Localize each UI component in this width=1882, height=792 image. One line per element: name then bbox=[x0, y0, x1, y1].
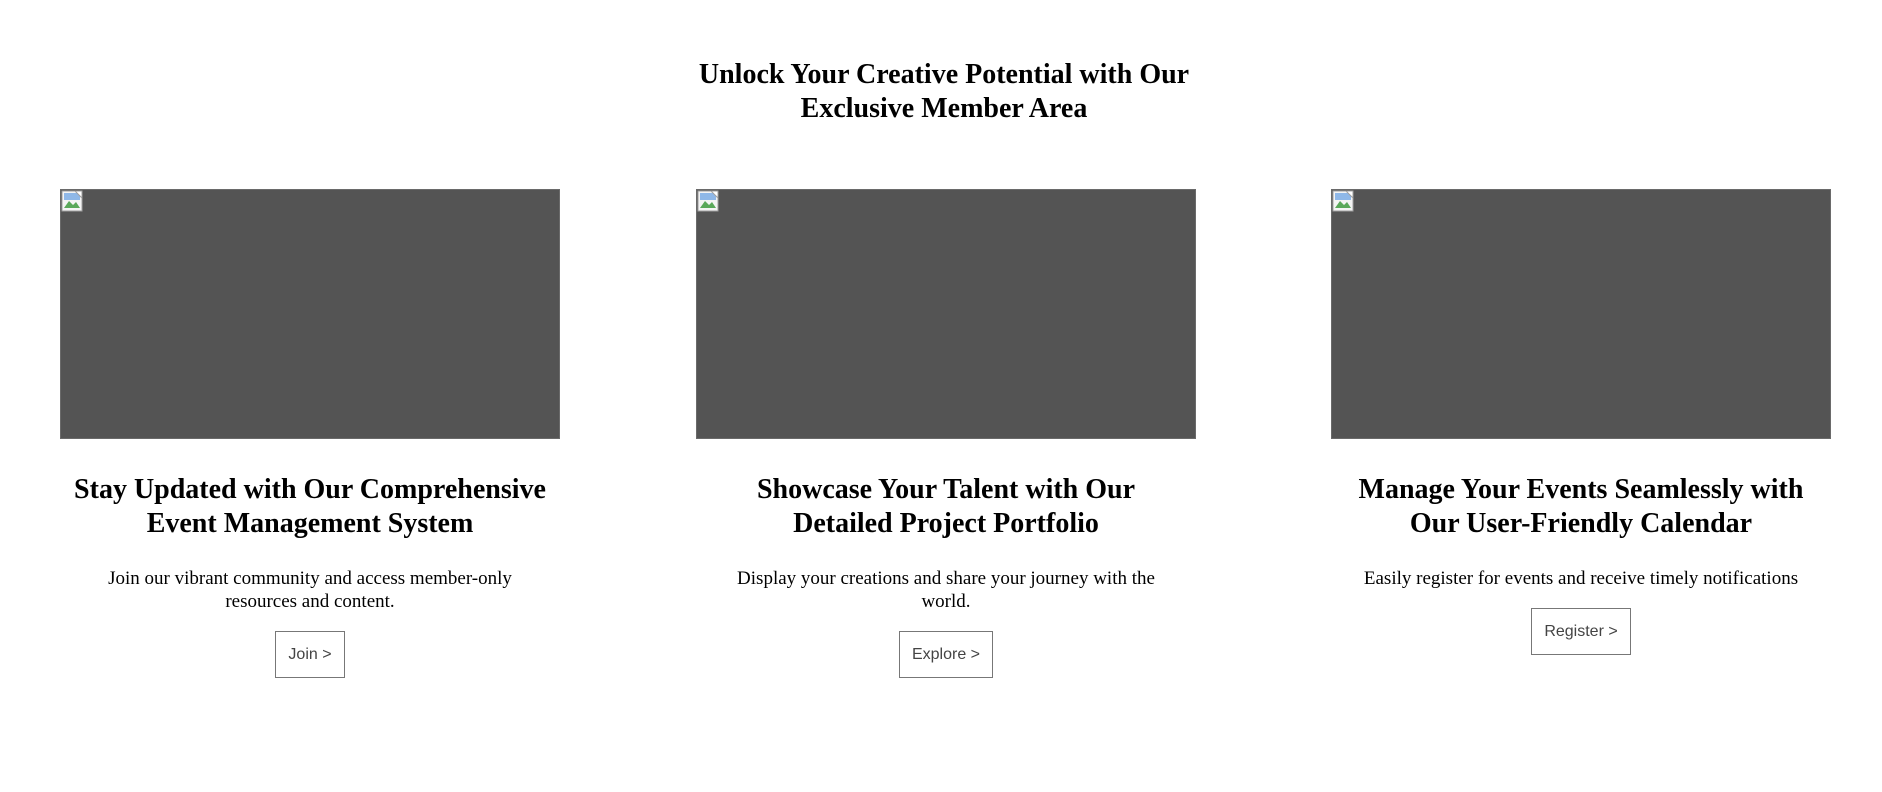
page-heading: Unlock Your Creative Potential with Our … bbox=[0, 58, 1882, 126]
card-image-placeholder bbox=[1331, 189, 1831, 439]
page-heading-line-1: Unlock Your Creative Potential with Our bbox=[698, 59, 1190, 90]
card-description: Easily register for events and receive t… bbox=[1363, 568, 1799, 589]
broken-image-icon bbox=[61, 190, 83, 212]
card-description: Display your creations and share your jo… bbox=[737, 568, 1155, 612]
broken-image-icon bbox=[1332, 190, 1354, 212]
card-title: Showcase Your Talent with Our Detailed P… bbox=[756, 474, 1136, 539]
feature-card-portfolio: Showcase Your Talent with Our Detailed P… bbox=[696, 189, 1196, 678]
feature-card-events: Stay Updated with Our Comprehensive Even… bbox=[60, 189, 560, 678]
card-image-placeholder bbox=[60, 189, 560, 439]
card-image-placeholder bbox=[696, 189, 1196, 439]
explore-button[interactable]: Explore > bbox=[898, 631, 994, 678]
join-button[interactable]: Join > bbox=[275, 631, 345, 678]
feature-card-calendar: Manage Your Events Seamlessly with Our U… bbox=[1331, 189, 1831, 655]
broken-image-icon bbox=[697, 190, 719, 212]
card-title: Manage Your Events Seamlessly with Our U… bbox=[1358, 474, 1804, 539]
page-heading-line-2: Exclusive Member Area bbox=[800, 93, 1088, 124]
card-title: Stay Updated with Our Comprehensive Even… bbox=[74, 474, 546, 539]
card-description: Join our vibrant community and access me… bbox=[108, 568, 512, 612]
register-button[interactable]: Register > bbox=[1531, 608, 1631, 655]
